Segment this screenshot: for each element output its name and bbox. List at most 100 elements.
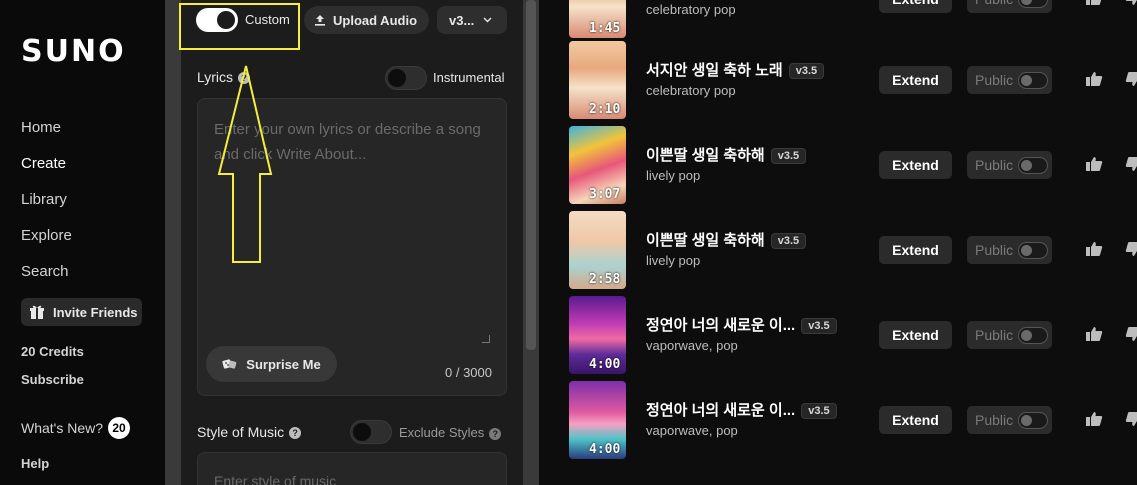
song-title-group[interactable]: 이쁜딸 생일 축하해 v3.5 [646, 229, 807, 250]
song-cover-image[interactable]: 4:00 [569, 296, 626, 374]
suno-logo[interactable]: SUNO [21, 34, 126, 69]
nav-explore[interactable]: Explore [21, 227, 72, 244]
toggle-knob [1021, 330, 1032, 341]
version-badge: v3.5 [788, 63, 825, 80]
song-row[interactable]: 4:00 정연아 너의 새로운 이... v3.5 vaporwave, pop … [569, 381, 1137, 461]
whats-new-badge: 20 [108, 417, 131, 439]
extend-button[interactable]: Extend [879, 321, 952, 349]
upload-audio-label: Upload Audio [333, 12, 418, 28]
thumbs-down-icon[interactable] [1125, 71, 1137, 92]
version-select[interactable]: v3... [437, 6, 507, 34]
song-cover-image[interactable]: 2:10 [569, 41, 626, 119]
song-row[interactable]: 3:07 이쁜딸 생일 축하해 v3.5 lively pop Extend Pu… [569, 126, 1137, 206]
toggle-knob [1021, 0, 1032, 5]
public-toggle[interactable] [1018, 242, 1048, 259]
extend-button[interactable]: Extend [879, 0, 952, 13]
public-toggle[interactable] [1018, 412, 1048, 429]
song-row[interactable]: 4:00 정연아 너의 새로운 이... v3.5 vaporwave, pop … [569, 296, 1137, 376]
song-genre[interactable]: lively pop [646, 168, 700, 183]
public-toggle[interactable] [1018, 72, 1048, 89]
song-row[interactable]: 2:10 서지안 생일 축하 노래 v3.5 celebratory pop Ex… [569, 41, 1137, 121]
nav-library[interactable]: Library [21, 191, 67, 208]
instrumental-toggle[interactable] [385, 66, 427, 90]
public-label: Public [975, 242, 1014, 258]
public-label: Public [975, 0, 1013, 7]
toggle-knob [1021, 415, 1032, 426]
extend-button[interactable]: Extend [879, 151, 952, 179]
public-toggle-button[interactable]: Public [967, 406, 1052, 434]
song-title-group[interactable]: 이쁜딸 생일 축하해 v3.5 [646, 144, 807, 165]
scrollbar-thumb[interactable] [526, 0, 536, 350]
instrumental-label: Instrumental [433, 70, 505, 85]
nav-search[interactable]: Search [21, 263, 69, 280]
toggle-knob [1021, 245, 1032, 256]
subscribe-link[interactable]: Subscribe [21, 372, 84, 387]
thumbs-up-icon[interactable] [1085, 241, 1103, 262]
song-title: 이쁜딸 생일 축하해 [646, 232, 765, 249]
thumbs-up-icon[interactable] [1085, 411, 1103, 432]
public-toggle[interactable] [1018, 327, 1048, 344]
extend-button[interactable]: Extend [879, 236, 952, 264]
upload-audio-button[interactable]: Upload Audio [304, 6, 429, 34]
surprise-me-button[interactable]: Surprise Me [206, 346, 337, 382]
toggle-knob [1021, 160, 1032, 171]
thumbs-down-icon[interactable] [1125, 0, 1137, 11]
song-row[interactable]: 2:58 이쁜딸 생일 축하해 v3.5 lively pop Extend Pu… [569, 211, 1137, 291]
song-cover-image[interactable]: 1:45 [569, 0, 626, 38]
song-genre[interactable]: vaporwave, pop [646, 338, 738, 353]
public-label: Public [975, 327, 1014, 343]
song-row[interactable]: 1:45 celebratory pop Extend Public [569, 0, 1137, 40]
invite-friends-button[interactable]: Invite Friends [21, 298, 142, 326]
version-badge: v3.5 [801, 403, 837, 420]
help-link[interactable]: Help [21, 456, 49, 471]
public-toggle-button[interactable]: Public [967, 66, 1052, 94]
sidebar: SUNO Home Create Library Explore Search … [0, 0, 165, 485]
panel-scrollbar[interactable] [523, 0, 539, 485]
song-title: 정연아 너의 새로운 이... [646, 317, 796, 334]
song-genre[interactable]: celebratory pop [646, 2, 736, 17]
style-of-music-input[interactable]: Enter style of music [197, 452, 507, 485]
thumbs-up-icon[interactable] [1085, 71, 1103, 92]
thumbs-down-icon[interactable] [1125, 411, 1137, 432]
public-toggle-button[interactable]: Public [967, 236, 1052, 264]
upload-icon [314, 14, 326, 26]
chevron-down-icon [483, 17, 492, 23]
public-toggle[interactable] [1018, 0, 1048, 8]
song-cover-image[interactable]: 2:58 [569, 211, 626, 289]
song-title-group[interactable]: 서지안 생일 축하 노래 v3.5 [646, 59, 825, 80]
toggle-knob [1021, 75, 1032, 86]
song-duration: 2:58 [589, 272, 621, 287]
annotation-highlight-box [179, 3, 300, 50]
thumbs-down-icon[interactable] [1125, 241, 1137, 262]
whats-new-link[interactable]: What's New? 20 [21, 417, 131, 439]
thumbs-up-icon[interactable] [1085, 156, 1103, 177]
nav-create[interactable]: Create [21, 155, 66, 172]
toggle-knob [388, 69, 406, 87]
help-icon[interactable]: ? [489, 427, 502, 440]
thumbs-down-icon[interactable] [1125, 156, 1137, 177]
extend-button[interactable]: Extend [879, 406, 952, 434]
gift-icon [29, 304, 45, 320]
song-title-group[interactable]: 정연아 너의 새로운 이... v3.5 [646, 399, 837, 420]
song-genre[interactable]: lively pop [646, 253, 700, 268]
version-badge: v3.5 [770, 233, 807, 250]
exclude-styles-toggle[interactable] [350, 420, 392, 444]
thumbs-up-icon[interactable] [1085, 0, 1103, 11]
song-cover-image[interactable]: 4:00 [569, 381, 626, 459]
song-cover-image[interactable]: 3:07 [569, 126, 626, 204]
song-genre[interactable]: vaporwave, pop [646, 423, 738, 438]
thumbs-down-icon[interactable] [1125, 326, 1137, 347]
help-icon[interactable]: ? [289, 427, 302, 440]
public-toggle-button[interactable]: Public [967, 151, 1052, 179]
nav-home[interactable]: Home [21, 119, 61, 136]
extend-button[interactable]: Extend [879, 66, 952, 94]
song-title: 이쁜딸 생일 축하해 [646, 147, 765, 164]
song-genre[interactable]: celebratory pop [646, 83, 736, 98]
left-gutter [165, 0, 181, 485]
thumbs-up-icon[interactable] [1085, 326, 1103, 347]
song-title-group[interactable]: 정연아 너의 새로운 이... v3.5 [646, 314, 837, 335]
public-toggle[interactable] [1018, 157, 1048, 174]
public-toggle-button[interactable]: Public [967, 321, 1052, 349]
public-toggle-button[interactable]: Public [967, 0, 1052, 13]
resize-handle[interactable] [482, 335, 490, 343]
